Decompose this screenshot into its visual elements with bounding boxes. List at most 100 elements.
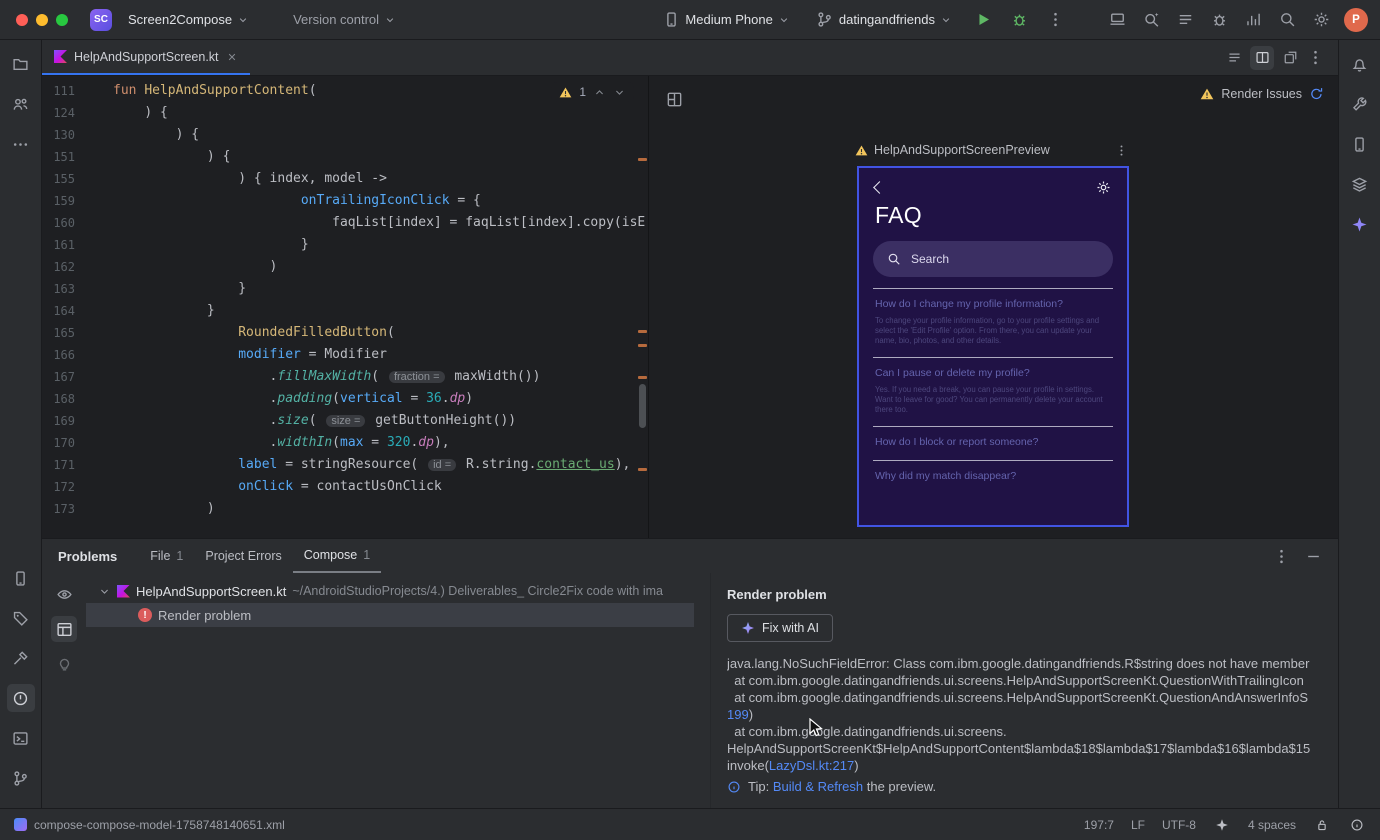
- error-stripe-mark[interactable]: [638, 376, 647, 379]
- error-stripe-mark[interactable]: [638, 158, 647, 161]
- commit-icon[interactable]: [7, 90, 35, 118]
- preview-menu-icon[interactable]: [1111, 140, 1131, 160]
- line-number[interactable]: 159: [42, 190, 75, 212]
- line-number[interactable]: 170: [42, 432, 75, 454]
- code-line[interactable]: onTrailingIconClick = {: [113, 190, 648, 212]
- error-stripe-mark[interactable]: [638, 330, 647, 333]
- task-list-icon[interactable]: [1172, 7, 1198, 33]
- structure-view-icon[interactable]: [1222, 46, 1246, 70]
- file-encoding[interactable]: UTF-8: [1162, 818, 1196, 832]
- zoom-window-button[interactable]: [56, 13, 68, 26]
- ai-status-icon[interactable]: [1213, 816, 1231, 834]
- settings-icon[interactable]: [1308, 7, 1334, 33]
- preview-frame[interactable]: FAQ Search How do I change my profile in…: [857, 166, 1129, 527]
- hide-panel-icon[interactable]: [1300, 543, 1326, 569]
- refresh-preview-icon[interactable]: [1309, 86, 1324, 101]
- editor-gutter[interactable]: 111 124 130 151 155 159 160 161 162 163 164 165 166 1…: [42, 76, 113, 538]
- code-line[interactable]: RoundedFilledButton(: [113, 322, 648, 344]
- line-number[interactable]: 173: [42, 498, 75, 520]
- gradle-icon[interactable]: [1346, 90, 1374, 118]
- device-manager-icon[interactable]: [1346, 130, 1374, 158]
- vcs-menu[interactable]: Version control: [285, 8, 404, 31]
- bug-check-icon[interactable]: [1206, 7, 1232, 33]
- code-line[interactable]: modifier = Modifier: [113, 344, 648, 366]
- avatar[interactable]: P: [1344, 7, 1368, 32]
- editor-scrollbar[interactable]: [639, 384, 646, 428]
- code-line[interactable]: }: [113, 300, 648, 322]
- detach-editor-icon[interactable]: [1278, 46, 1302, 70]
- code-line[interactable]: ) {: [113, 146, 648, 168]
- gemini-icon[interactable]: [1346, 210, 1374, 238]
- line-number[interactable]: 111: [42, 80, 75, 102]
- close-window-button[interactable]: [16, 13, 28, 26]
- line-number[interactable]: 167: [42, 366, 75, 388]
- profiler-icon[interactable]: [1240, 7, 1266, 33]
- caret-position[interactable]: 197:7: [1084, 818, 1114, 832]
- code-line[interactable]: .padding(vertical = 36.dp): [113, 388, 648, 410]
- line-number[interactable]: 172: [42, 476, 75, 498]
- code-editor[interactable]: 111 124 130 151 155 159 160 161 162 163 164 165 166 1…: [42, 76, 648, 538]
- line-separator[interactable]: LF: [1131, 818, 1145, 832]
- line-number[interactable]: 171: [42, 454, 75, 476]
- error-stripe-mark[interactable]: [638, 344, 647, 347]
- notifications-icon[interactable]: [1346, 50, 1374, 78]
- quick-fix-bulb-icon[interactable]: [51, 651, 77, 677]
- logcat-icon[interactable]: [7, 604, 35, 632]
- device-selector[interactable]: Medium Phone: [654, 7, 797, 33]
- project-menu[interactable]: Screen2Compose: [120, 8, 257, 31]
- problems-file-row[interactable]: HelpAndSupportScreen.kt ~/AndroidStudioP…: [86, 579, 710, 603]
- line-number[interactable]: 124: [42, 102, 75, 124]
- stack-link[interactable]: 199: [727, 707, 749, 722]
- preview-layout-icon[interactable]: [661, 86, 687, 112]
- split-editor-icon[interactable]: [1250, 45, 1274, 70]
- code-line[interactable]: }: [113, 234, 648, 256]
- line-number[interactable]: 165: [42, 322, 75, 344]
- statusbar-file[interactable]: compose-compose-model-1758748140651.xml: [14, 818, 285, 832]
- search-icon[interactable]: [1274, 7, 1300, 33]
- stack-link[interactable]: LazyDsl.kt:217: [769, 758, 854, 773]
- render-issues-indicator[interactable]: Render Issues: [1200, 86, 1324, 101]
- editor-options-kebab-icon[interactable]: [1302, 45, 1328, 71]
- editor-tab[interactable]: HelpAndSupportScreen.kt: [42, 40, 250, 75]
- layout-inspector-icon[interactable]: [1346, 170, 1374, 198]
- code-line[interactable]: ): [113, 498, 648, 520]
- code-line[interactable]: ) {: [113, 102, 648, 124]
- file-lock-icon[interactable]: [1313, 816, 1331, 834]
- run-config-selector[interactable]: datingandfriends: [808, 7, 960, 33]
- code-line[interactable]: label = stringResource( id = R.string.co…: [113, 454, 648, 476]
- prev-issue-icon[interactable]: [593, 86, 606, 99]
- debug-button[interactable]: [1006, 7, 1032, 33]
- code-line[interactable]: }: [113, 278, 648, 300]
- panel-options-kebab-icon[interactable]: [1268, 543, 1294, 569]
- problems-tool-icon[interactable]: [6, 684, 35, 712]
- line-number[interactable]: 161: [42, 234, 75, 256]
- line-number[interactable]: 168: [42, 388, 75, 410]
- line-number[interactable]: 162: [42, 256, 75, 278]
- minimize-window-button[interactable]: [36, 13, 48, 26]
- tab-compose[interactable]: Compose 1: [292, 539, 382, 573]
- line-number[interactable]: 151: [42, 146, 75, 168]
- more-tool-windows-icon[interactable]: [7, 130, 35, 158]
- next-issue-icon[interactable]: [613, 86, 626, 99]
- line-number[interactable]: 163: [42, 278, 75, 300]
- line-number[interactable]: 166: [42, 344, 75, 366]
- details-view-icon[interactable]: [51, 616, 77, 642]
- inspections-status-icon[interactable]: [1348, 816, 1366, 834]
- preview-problem-icon[interactable]: [51, 581, 77, 607]
- terminal-icon[interactable]: [7, 724, 35, 752]
- code-line[interactable]: onClick = contactUsOnClick: [113, 476, 648, 498]
- code-line[interactable]: ) { index, model ->: [113, 168, 648, 190]
- running-devices-icon[interactable]: [7, 564, 35, 592]
- problems-error-row[interactable]: ! Render problem: [86, 603, 694, 627]
- run-button[interactable]: [970, 7, 996, 33]
- code-line[interactable]: ) {: [113, 124, 648, 146]
- build-icon[interactable]: [7, 644, 35, 672]
- more-actions-icon[interactable]: [1042, 7, 1068, 33]
- inspection-widget[interactable]: 1: [551, 82, 634, 102]
- code-line[interactable]: .widthIn(max = 320.dp),: [113, 432, 648, 454]
- line-number[interactable]: 155: [42, 168, 75, 190]
- tab-project-errors[interactable]: Project Errors: [194, 539, 292, 573]
- project-folder-icon[interactable]: [7, 50, 35, 78]
- line-number[interactable]: 164: [42, 300, 75, 322]
- build-refresh-link[interactable]: Build & Refresh: [773, 779, 863, 794]
